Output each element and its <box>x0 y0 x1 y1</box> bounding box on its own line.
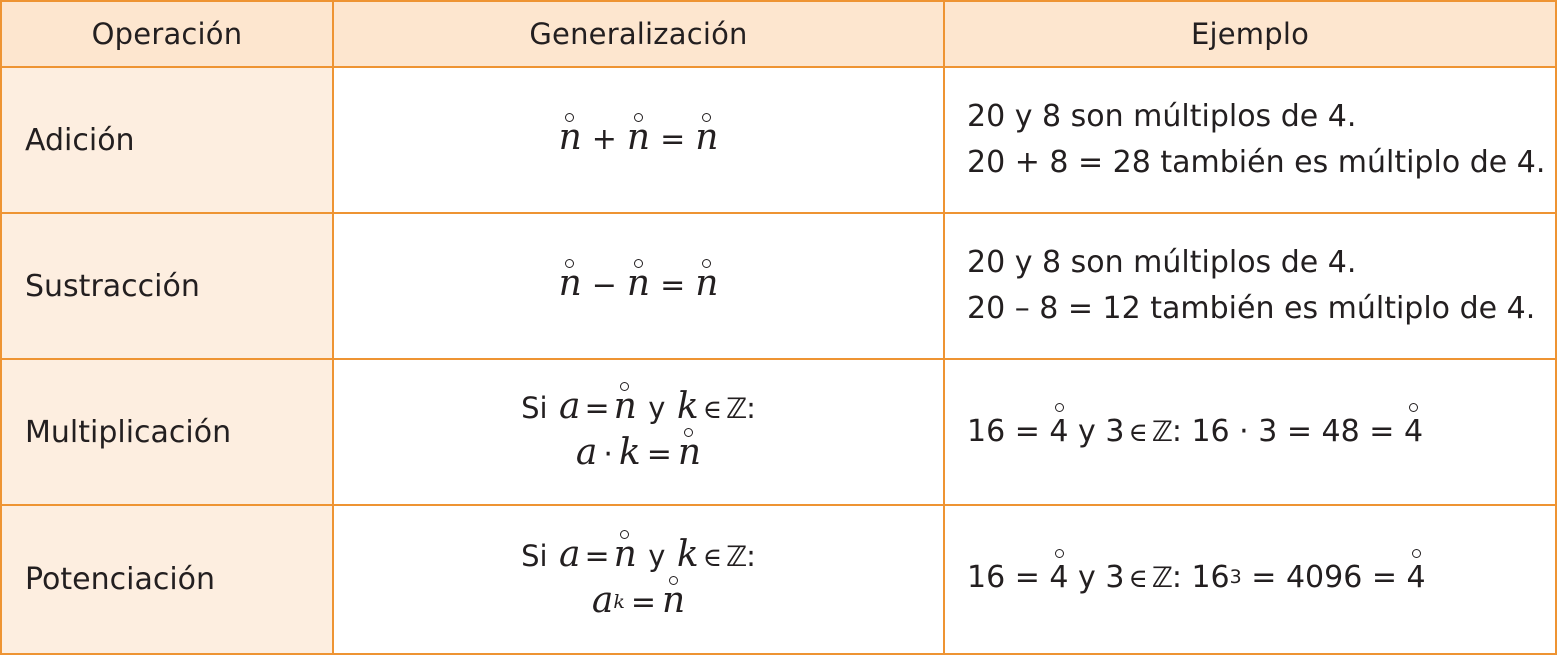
exponent-3: 3 <box>1229 566 1242 588</box>
operation-label: Sustracción <box>25 268 200 304</box>
element-of-sign: ∈ <box>1128 564 1148 594</box>
formula-line: n − n = n <box>559 259 718 309</box>
multiple-four: 4 <box>1049 549 1069 601</box>
formula-condition-line: Si a = n y k ∈ ℤ: <box>521 529 756 580</box>
row-addition-operation: Adición <box>2 68 334 214</box>
integers-set: ℤ <box>725 392 747 425</box>
multiple-n: n <box>627 113 650 158</box>
multiple-ring-icon <box>701 259 711 268</box>
multiple-ring-icon <box>1054 549 1064 558</box>
var-a: a <box>559 386 581 427</box>
multiple-four: 4 <box>1407 549 1426 601</box>
minus-sign: − <box>591 268 617 303</box>
multiple-n: n <box>614 382 637 427</box>
header-example: Ejemplo <box>945 2 1555 68</box>
row-addition-example: 20 y 8 son múltiplos de 4. 20 + 8 = 28 t… <box>945 68 1555 214</box>
element-of-sign: ∈ <box>702 542 722 573</box>
multiple-ring-icon <box>633 259 643 268</box>
integers-set: ℤ <box>1151 561 1173 594</box>
example-line: 16 = 4 y 3 ∈ ℤ: 16 3 = 4096 = 4 <box>967 549 1426 604</box>
equals-sign: = <box>660 268 686 303</box>
element-of-sign: ∈ <box>702 395 722 425</box>
y-word: y <box>648 391 666 425</box>
multiple-n: n <box>559 259 582 304</box>
var-a: a <box>559 533 581 575</box>
row-multiplication-generalization: Si a = n y k ∈ ℤ: a · k = n <box>334 360 945 506</box>
var-k: k <box>618 432 641 473</box>
header-generalization: Generalización <box>334 2 945 68</box>
element-of-sign: ∈ <box>1128 417 1148 448</box>
multiple-ring-icon <box>701 113 711 122</box>
multiple-ring-icon <box>1054 402 1064 412</box>
header-operation-label: Operación <box>91 17 243 51</box>
row-power-operation: Potenciación <box>2 506 334 653</box>
example-line: 20 – 8 = 12 también es múltiplo de 4. <box>967 291 1536 326</box>
operation-label: Adición <box>25 122 135 158</box>
multiple-ring-icon <box>633 113 643 122</box>
multiple-ring-icon <box>1409 402 1419 412</box>
row-addition-generalization: n + n = n <box>334 68 945 214</box>
formula-condition-line: Si a = n y k ∈ ℤ: <box>521 382 756 432</box>
row-subtraction-example: 20 y 8 son múltiplos de 4. 20 – 8 = 12 t… <box>945 214 1555 360</box>
multiple-n: n <box>627 259 650 304</box>
integers-set: ℤ <box>1151 414 1173 448</box>
colon: : <box>746 538 756 573</box>
header-example-label: Ejemplo <box>1190 17 1310 51</box>
var-k: k <box>676 386 699 427</box>
equals-sign: = <box>630 584 656 620</box>
var-a: a <box>591 579 614 621</box>
dot-sign: · <box>603 437 613 472</box>
formula-line: ak = n <box>591 575 685 626</box>
formula-line: n + n = n <box>559 113 718 163</box>
row-subtraction-operation: Sustracción <box>2 214 334 360</box>
header-generalization-label: Generalización <box>529 17 748 51</box>
multiple-n: n <box>695 113 718 158</box>
var-a: a <box>575 432 598 473</box>
equals-sign: = <box>584 391 610 426</box>
multiple-n: n <box>614 529 637 575</box>
multiples-properties-table: Operación Generalización Ejemplo Adición… <box>0 0 1557 655</box>
header-operation: Operación <box>2 2 334 68</box>
multiple-n: n <box>695 259 718 304</box>
multiple-ring-icon <box>668 575 678 585</box>
equals-sign: = <box>646 437 672 472</box>
multiple-n: n <box>559 113 582 158</box>
exponent-k: k <box>613 590 625 613</box>
equals-sign: = <box>584 538 610 574</box>
multiple-four: 4 <box>1404 402 1423 455</box>
integers-set: ℤ <box>725 539 747 573</box>
row-power-example: 16 = 4 y 3 ∈ ℤ: 16 3 = 4096 = 4 <box>945 506 1555 653</box>
formula-line: a · k = n <box>575 428 701 478</box>
si-word: Si <box>521 391 548 425</box>
y-word: y <box>648 538 666 573</box>
var-k: k <box>676 533 699 575</box>
row-subtraction-generalization: n − n = n <box>334 214 945 360</box>
example-line: 16 = 4 y 3 ∈ ℤ: 16 · 3 = 48 = 4 <box>967 402 1423 456</box>
multiple-ring-icon <box>1412 549 1422 558</box>
row-multiplication-operation: Multiplicación <box>2 360 334 506</box>
row-multiplication-example: 16 = 4 y 3 ∈ ℤ: 16 · 3 = 48 = 4 <box>945 360 1555 506</box>
row-power-generalization: Si a = n y k ∈ ℤ: ak = n <box>334 506 945 653</box>
equals-sign: = <box>660 122 686 157</box>
example-line: 20 y 8 son múltiplos de 4. <box>967 245 1357 280</box>
si-word: Si <box>521 538 548 573</box>
multiple-n: n <box>662 575 685 621</box>
example-line: 20 + 8 = 28 también es múltiplo de 4. <box>967 145 1546 180</box>
plus-sign: + <box>591 122 617 157</box>
operation-label: Multiplicación <box>25 414 232 450</box>
example-line: 20 y 8 son múltiplos de 4. <box>967 99 1357 134</box>
multiple-ring-icon <box>620 529 630 539</box>
colon: : <box>746 391 756 425</box>
multiple-four: 4 <box>1049 402 1069 455</box>
operation-label: Potenciación <box>25 562 216 597</box>
multiple-n: n <box>678 428 701 473</box>
